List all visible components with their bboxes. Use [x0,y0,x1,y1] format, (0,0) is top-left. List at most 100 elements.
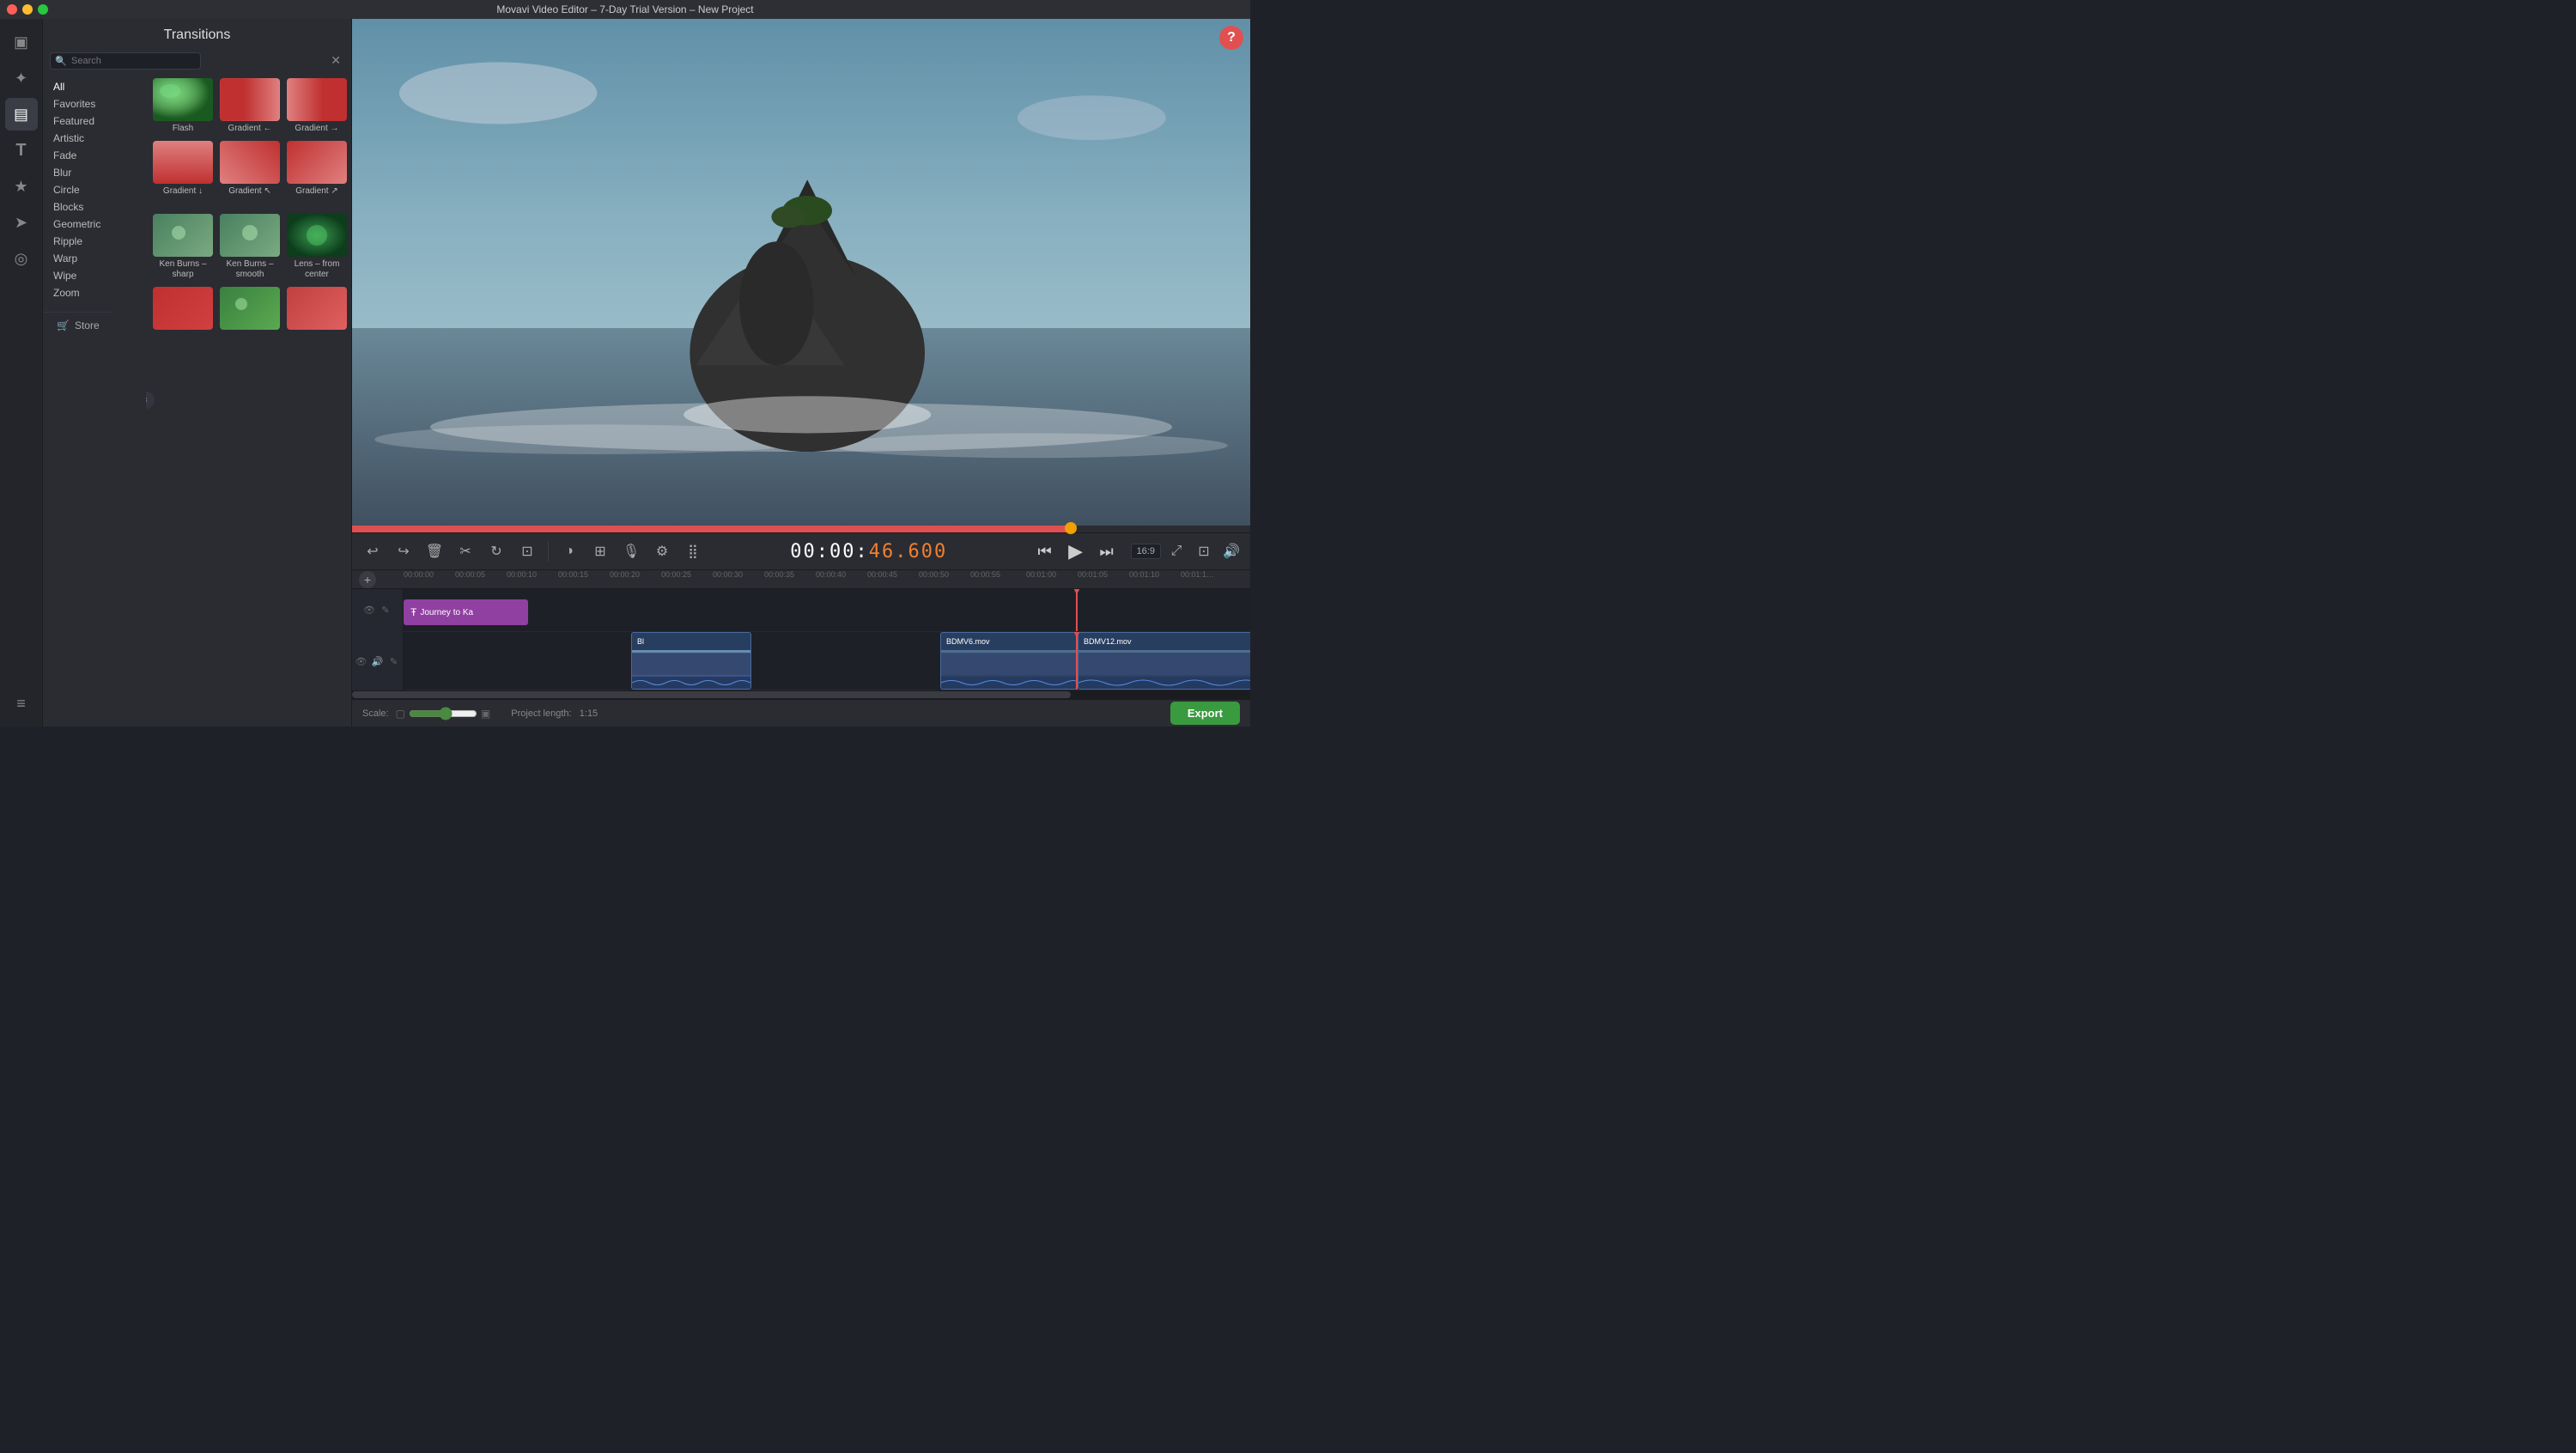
category-featured[interactable]: Featured [43,112,146,130]
video2-track-vol[interactable]: 🔊 [371,654,385,668]
color-button[interactable]: ◑ [556,538,583,565]
transition-gradient-right-label: Gradient → [295,124,338,134]
transition-lens-center[interactable]: Lens – from center [285,212,349,282]
search-input[interactable] [50,52,201,70]
timeline-horizontal-scrollbar[interactable] [352,690,1250,699]
crop-button[interactable]: ⊡ [513,538,541,565]
preview-progress-bar[interactable] [352,526,1250,532]
category-artistic[interactable]: Artistic [43,130,146,147]
text-track-edit[interactable]: ✎ [379,604,392,617]
store-button[interactable]: 🛒 Store [43,312,113,338]
category-zoom[interactable]: Zoom [43,284,146,301]
export-button[interactable]: Export [1170,702,1240,725]
preview-progress-handle[interactable] [1065,522,1077,534]
transitions-grid-wrapper: ‹ [146,73,351,726]
clip-button[interactable]: ⣿ [679,538,707,565]
voiceover-button[interactable]: 🎙 [617,538,645,565]
category-list: All Favorites Featured Artistic Fade Blu… [43,73,146,726]
category-wipe[interactable]: Wipe [43,267,146,284]
category-warp[interactable]: Warp [43,250,146,267]
transition-gradient-left-label: Gradient ← [228,124,271,134]
transition-flash[interactable]: Flash [151,76,215,136]
category-geometric[interactable]: Geometric [43,216,146,233]
category-ripple[interactable]: Ripple [43,233,146,250]
redo-button[interactable]: ↪ [390,538,417,565]
text-track-eye[interactable]: 👁 [362,604,376,617]
title-clip[interactable]: Ŧ Journey to Ka [404,599,528,625]
clip-bdmv6-header: BDMV6.mov [941,633,1077,650]
sidebar-filters[interactable]: ✦ [5,62,38,94]
window-title: Movavi Video Editor – 7-Day Trial Versio… [496,3,753,15]
video2-track-eye[interactable]: 👁 [355,654,368,668]
sidebar-media[interactable]: ▣ [5,26,38,58]
transition-kenburns-sharp[interactable]: Ken Burns – sharp [151,212,215,282]
sidebar-stickers[interactable]: ★ [5,170,38,203]
category-favorites[interactable]: Favorites [43,95,146,112]
category-blocks[interactable]: Blocks [43,198,146,216]
transition-gradient-diag2[interactable]: Gradient ↗ [285,139,349,209]
photo-button[interactable]: ⊞ [586,538,614,565]
clip-bdmv6[interactable]: BDMV6.mov [940,632,1078,690]
clip-bl[interactable]: Bl [631,632,751,690]
timeline-scrollbar-thumb[interactable] [352,691,1071,698]
transition-gradient-diag1[interactable]: Gradient ↖ [218,139,282,209]
transition-gradient-diag2-thumb [287,141,347,184]
add-track-button[interactable]: + [359,571,376,588]
scale-slider[interactable] [409,707,477,720]
clip-bdmv12-header: BDMV12.mov [1078,633,1250,650]
sidebar-transitions[interactable]: ▤ [5,98,38,131]
transition-bottom1[interactable] [151,285,215,334]
transitions-grid: Flash Gradient ← Gradient → [146,73,351,337]
transition-kenburns-smooth[interactable]: Ken Burns – smooth [218,212,282,282]
transition-bottom3[interactable] [285,285,349,334]
transitions-close-button[interactable]: ✕ [327,52,344,70]
cut-button[interactable]: ✂ [452,538,479,565]
scale-max-icon: ▣ [481,708,490,720]
clip-bdmv12[interactable]: BDMV12.mov [1078,632,1250,690]
sidebar-audio[interactable]: ◎ [5,242,38,275]
clip-bl-thumb [632,650,750,677]
transition-bottom2[interactable] [218,285,282,334]
category-fade[interactable]: Fade [43,147,146,164]
transition-kenburns-smooth-thumb [220,214,280,257]
sidebar-more[interactable]: ≡ [5,687,38,720]
sidebar-titles[interactable]: T [5,134,38,167]
collapse-panel-button[interactable]: ‹ [146,392,155,409]
video-track-2-content: Bl [404,632,1250,690]
transition-gradient-down[interactable]: Gradient ↓ [151,139,215,209]
video-preview: ? [352,19,1250,526]
undo-button[interactable]: ↩ [359,538,386,565]
maximize-button[interactable] [38,4,48,15]
ruler-tick-9: 00:00:45 [867,570,897,579]
settings-button[interactable]: ⚙ [648,538,676,565]
store-label: Store [75,319,100,331]
category-all[interactable]: All [43,78,146,95]
skip-back-button[interactable]: ⏮ [1031,538,1059,565]
category-blur[interactable]: Blur [43,164,146,181]
zoom-button[interactable]: ⊡ [1192,539,1216,563]
transition-kenburns-sharp-thumb [153,214,213,257]
toolbar-separator-1 [548,541,549,562]
play-button[interactable]: ▶ [1062,538,1090,565]
video-track-2-controls: 👁 🔊 ✎ [352,632,404,690]
help-button[interactable]: ? [1219,26,1243,50]
project-length-label: Project length: 1:15 [511,708,598,719]
close-button[interactable] [7,4,17,15]
transition-bottom3-thumb [287,287,347,330]
fullscreen-button[interactable]: ⤢ [1164,539,1188,563]
video2-track-edit[interactable]: ✎ [387,654,401,668]
ruler-tick-13: 00:01:05 [1078,570,1108,579]
sidebar-motion[interactable]: ➤ [5,206,38,239]
skip-forward-button[interactable]: ⏭ [1093,538,1121,565]
title-clip-label: Journey to Ka [420,608,473,617]
transition-gradient-right[interactable]: Gradient → [285,76,349,136]
ruler-tick-10: 00:00:50 [919,570,949,579]
category-circle[interactable]: Circle [43,181,146,198]
minimize-button[interactable] [22,4,33,15]
transition-gradient-left[interactable]: Gradient ← [218,76,282,136]
volume-button[interactable]: 🔊 [1219,539,1243,563]
rotate-button[interactable]: ↻ [483,538,510,565]
transitions-body: All Favorites Featured Artistic Fade Blu… [43,73,351,726]
transition-gradient-diag2-label: Gradient ↗ [295,186,338,197]
delete-button[interactable]: 🗑 [421,538,448,565]
